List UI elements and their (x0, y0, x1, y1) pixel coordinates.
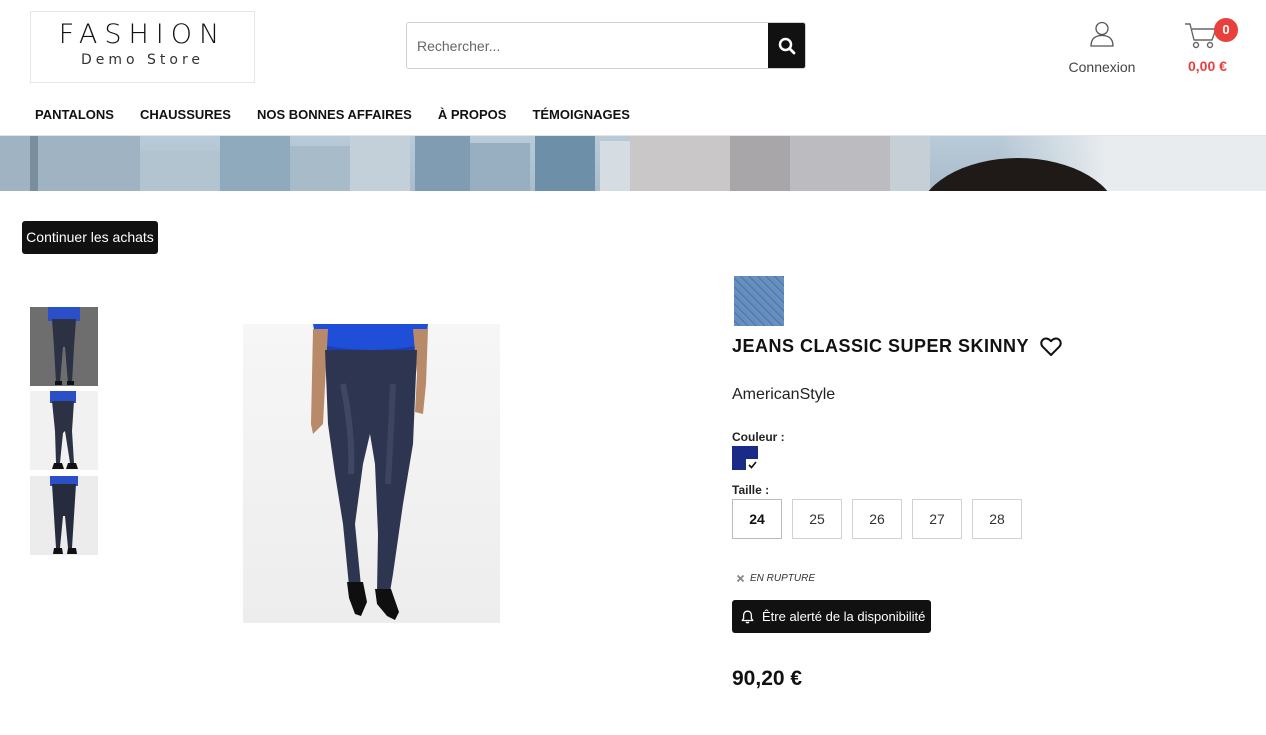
product-title: JEANS CLASSIC SUPER SKINNY (732, 336, 1030, 356)
color-label: Couleur : (732, 430, 785, 444)
search-button[interactable] (768, 23, 805, 68)
product-price: 90,20 € (732, 667, 803, 690)
alert-button-label: Être alerté de la disponibilité (762, 609, 926, 624)
nav-item-temoignages[interactable]: TÉMOIGNAGES (519, 107, 643, 122)
size-option[interactable]: 26 (852, 499, 902, 539)
brand-logo[interactable] (734, 276, 784, 326)
continue-shopping-button[interactable]: Continuer les achats (22, 221, 158, 254)
wishlist-heart-icon[interactable] (1040, 337, 1062, 357)
cart-icon (1185, 23, 1217, 49)
size-option[interactable]: 28 (972, 499, 1022, 539)
search-bar (406, 22, 806, 69)
hero-banner (0, 136, 1266, 191)
nav-item-a-propos[interactable]: À PROPOS (425, 107, 520, 122)
color-swatch[interactable] (732, 446, 759, 471)
product-brand: AmericanStyle (732, 386, 836, 403)
logo-subtitle: Demo Store (80, 52, 205, 68)
store-logo[interactable]: FASHION Demo Store (30, 11, 255, 83)
close-icon (736, 574, 745, 583)
size-option[interactable]: 25 (792, 499, 842, 539)
stock-status: EN RUPTURE (736, 573, 815, 584)
size-label: Taille : (732, 483, 770, 497)
nav-item-bonnes-affaires[interactable]: NOS BONNES AFFAIRES (244, 107, 425, 122)
product-thumbnail[interactable] (30, 307, 98, 386)
size-option[interactable]: 24 (732, 499, 782, 539)
cart-button[interactable]: 0 0,00 € (1178, 18, 1240, 78)
availability-alert-button[interactable]: Être alerté de la disponibilité (732, 600, 931, 633)
product-title-row: JEANS CLASSIC SUPER SKINNY (732, 336, 1062, 357)
nav-item-chaussures[interactable]: CHAUSSURES (127, 107, 244, 122)
product-thumbnail[interactable] (30, 391, 98, 470)
nav-item-pantalons[interactable]: PANTALONS (22, 107, 127, 122)
check-icon (746, 459, 759, 471)
stock-status-text: EN RUPTURE (750, 573, 816, 584)
bell-icon (741, 610, 754, 623)
size-option[interactable]: 27 (912, 499, 962, 539)
search-input[interactable] (407, 23, 768, 68)
product-thumbnail[interactable] (30, 476, 98, 555)
main-product-image[interactable] (243, 324, 500, 623)
size-options: 24 25 26 27 28 (732, 499, 1032, 539)
user-icon (1090, 21, 1114, 47)
account-label: Connexion (1068, 59, 1136, 75)
logo-title: FASHION (58, 19, 227, 50)
account-link[interactable]: Connexion (1062, 20, 1142, 75)
cart-count-badge: 0 (1214, 18, 1238, 42)
main-nav: PANTALONS CHAUSSURES NOS BONNES AFFAIRES… (22, 107, 643, 122)
cart-total: 0,00 € (1188, 58, 1227, 74)
search-icon (778, 37, 795, 54)
